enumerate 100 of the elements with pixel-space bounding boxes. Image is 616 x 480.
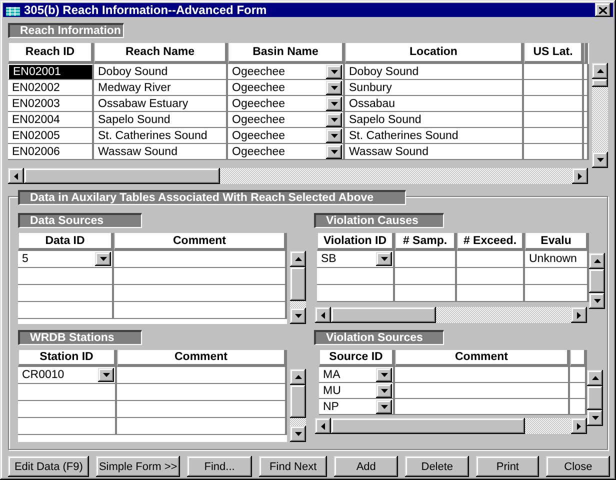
form-button[interactable]: Edit Data (F9) [8, 456, 90, 477]
scroll-thumb[interactable] [331, 307, 436, 323]
table-cell[interactable] [114, 285, 287, 302]
scroll-right-button[interactable] [571, 307, 587, 323]
scroll-left-button[interactable] [8, 168, 24, 184]
table-cell[interactable] [524, 80, 584, 96]
table-cell[interactable]: Ogeechee [228, 80, 345, 96]
dropdown-button[interactable] [326, 64, 342, 78]
table-cell[interactable]: SB [317, 251, 395, 268]
scroll-up-button[interactable] [587, 370, 603, 386]
table-cell[interactable]: EN02006 [8, 144, 94, 160]
scroll-down-button[interactable] [290, 308, 306, 324]
scroll-thumb[interactable] [290, 267, 306, 301]
table-cell[interactable] [457, 268, 525, 285]
table-cell[interactable]: MA [319, 367, 395, 383]
close-button[interactable] [595, 3, 611, 17]
form-button[interactable]: Find... [186, 456, 252, 477]
table-cell[interactable]: Ogeechee [228, 64, 345, 80]
scroll-down-button[interactable] [589, 293, 605, 309]
table-cell[interactable]: Doboy Sound [94, 64, 228, 80]
table-cell[interactable]: Ogeechee [228, 144, 345, 160]
scroll-thumb[interactable] [592, 79, 608, 87]
dropdown-button[interactable] [95, 252, 111, 266]
vertical-scrollbar[interactable] [290, 251, 306, 324]
table-cell[interactable]: Ogeechee [228, 128, 345, 144]
table-cell[interactable] [524, 128, 584, 144]
scroll-right-button[interactable] [572, 168, 588, 184]
form-button[interactable]: Print [476, 456, 540, 477]
table-cell[interactable] [524, 144, 584, 160]
table-cell[interactable] [524, 64, 584, 80]
form-button[interactable]: Simple Form >> [96, 456, 180, 477]
scroll-left-button[interactable] [315, 307, 331, 323]
table-cell[interactable] [317, 285, 395, 302]
table-cell[interactable]: Wassaw Sound [94, 144, 228, 160]
table-cell[interactable]: 5 [18, 251, 114, 268]
vertical-scrollbar[interactable] [592, 63, 608, 168]
table-cell[interactable] [117, 384, 287, 401]
table-cell[interactable] [317, 268, 395, 285]
scroll-down-button[interactable] [290, 426, 306, 442]
scroll-thumb[interactable] [589, 269, 605, 293]
dropdown-button[interactable] [376, 368, 392, 382]
vertical-scrollbar[interactable] [587, 370, 603, 425]
table-cell[interactable]: Sapelo Sound [94, 112, 228, 128]
scroll-up-button[interactable] [589, 253, 605, 269]
scroll-left-button[interactable] [315, 418, 331, 434]
table-cell[interactable]: Medway River [94, 80, 228, 96]
scroll-thumb[interactable] [290, 385, 306, 418]
table-cell[interactable] [114, 302, 287, 319]
dropdown-button[interactable] [326, 96, 342, 110]
dropdown-button[interactable] [326, 80, 342, 94]
dropdown-button[interactable] [326, 112, 342, 126]
scroll-right-button[interactable] [571, 418, 587, 434]
table-cell[interactable] [114, 268, 287, 285]
table-cell[interactable]: NP [319, 399, 395, 415]
table-cell[interactable] [395, 383, 570, 399]
table-cell[interactable] [395, 399, 570, 415]
table-cell[interactable]: EN02005 [8, 128, 94, 144]
form-button[interactable]: Add [334, 456, 398, 477]
table-cell[interactable] [18, 384, 117, 401]
dropdown-button[interactable] [376, 384, 392, 398]
table-cell[interactable]: MU [319, 383, 395, 399]
horizontal-scrollbar[interactable] [8, 168, 588, 184]
table-cell[interactable] [457, 251, 525, 268]
table-cell[interactable]: EN02004 [8, 112, 94, 128]
table-cell[interactable]: Ogeechee [228, 96, 345, 112]
table-cell[interactable] [18, 418, 117, 435]
table-cell[interactable] [395, 367, 570, 383]
table-cell[interactable] [117, 418, 287, 435]
scroll-down-button[interactable] [592, 152, 608, 168]
table-cell[interactable] [524, 112, 584, 128]
dropdown-button[interactable] [326, 128, 342, 142]
scroll-up-button[interactable] [290, 251, 306, 267]
dropdown-button[interactable] [376, 252, 392, 266]
table-cell[interactable] [18, 302, 114, 319]
table-cell[interactable]: St. Catherines Sound [94, 128, 228, 144]
scroll-up-button[interactable] [592, 63, 608, 79]
table-cell[interactable]: EN02001 [8, 64, 94, 80]
table-cell[interactable] [117, 367, 287, 384]
table-cell[interactable] [18, 401, 117, 418]
table-cell[interactable] [524, 96, 584, 112]
table-cell[interactable] [117, 401, 287, 418]
scroll-thumb[interactable] [24, 168, 220, 184]
vertical-scrollbar[interactable] [290, 369, 306, 442]
table-cell[interactable]: Sunbury [345, 80, 524, 96]
scroll-thumb[interactable] [587, 386, 603, 410]
table-cell[interactable] [114, 251, 287, 268]
scroll-up-button[interactable] [290, 369, 306, 385]
table-cell[interactable]: EN02002 [8, 80, 94, 96]
table-cell[interactable] [18, 268, 114, 285]
scroll-thumb[interactable] [331, 418, 525, 434]
dropdown-button[interactable] [326, 144, 342, 158]
table-cell[interactable] [395, 285, 457, 302]
table-cell[interactable]: CR0010 [18, 367, 117, 384]
horizontal-scrollbar[interactable] [315, 418, 587, 434]
form-button[interactable]: Close [546, 456, 610, 477]
table-cell[interactable] [395, 251, 457, 268]
table-cell[interactable] [395, 268, 457, 285]
table-cell[interactable] [18, 285, 114, 302]
dropdown-button[interactable] [98, 368, 114, 382]
table-cell[interactable]: Doboy Sound [345, 64, 524, 80]
